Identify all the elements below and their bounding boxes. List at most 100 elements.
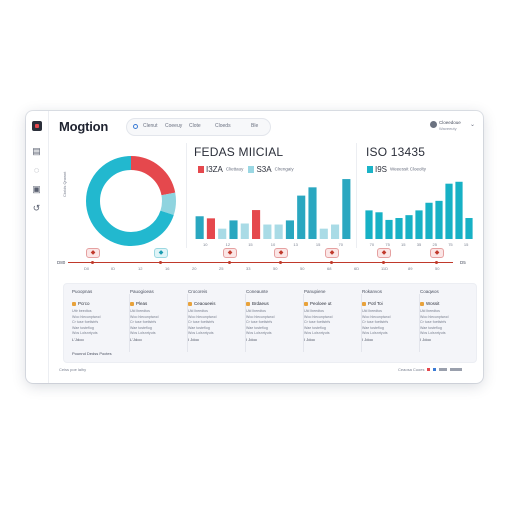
card-line: Wae tosteflog xyxy=(246,325,268,330)
legend-label: Weeessit Cloeolty xyxy=(390,166,426,172)
card-badge: Peoloee ut xyxy=(304,301,332,306)
bar xyxy=(445,183,453,239)
user-menu[interactable]: Cloeedoue Waveeuty ⌄ xyxy=(430,119,478,135)
timeline-dot xyxy=(279,261,282,264)
timeline-tick: 68 xyxy=(327,266,332,271)
card-line: Wae tosteflog xyxy=(304,325,326,330)
card-line: Uld lbeedtos xyxy=(246,309,266,313)
card-badge: Pleas xyxy=(130,301,147,306)
card-line: Uld lbeedtos xyxy=(420,309,440,313)
card-line: Woo hlecunptwod xyxy=(246,314,275,319)
timeline-tick: 12 xyxy=(138,266,143,271)
bar xyxy=(263,224,272,239)
bar xyxy=(375,212,383,239)
card-badge-label: Ceaoueeis xyxy=(194,301,216,306)
timeline-event-marker[interactable]: ◆ xyxy=(223,248,237,258)
search-icon[interactable] xyxy=(133,124,138,129)
app-title: Mogtion xyxy=(59,119,109,134)
card-title: Crocoreis xyxy=(188,289,208,294)
card-title: Rokanvos xyxy=(362,289,383,294)
card-title: Panupiene xyxy=(304,289,326,294)
tag-icon xyxy=(420,301,424,306)
bar xyxy=(274,224,283,239)
tab-2[interactable]: Coeeuy xyxy=(165,123,182,129)
summary-card[interactable]: Crocoreis Ceaoueeis Uld lbeedtos Woo hlecun… xyxy=(188,284,246,362)
summary-card[interactable]: Puoopnas Pcrco Uttr beedtos Woo hlecunptwod… xyxy=(72,284,130,362)
bar-chart-fedas: 10 12 15 10 13 15 70 xyxy=(195,179,351,247)
tick-label: 12 xyxy=(226,242,231,247)
donut-chart xyxy=(81,151,181,251)
panel-divider xyxy=(186,143,187,248)
bar xyxy=(240,223,249,239)
tick-label: 15 xyxy=(401,242,406,247)
card-extra: Pounnd Dedss Poctes xyxy=(72,351,112,356)
timeline-tick: ID xyxy=(111,266,115,271)
card-line: Cr tuse foetlstrfs xyxy=(304,320,331,324)
timeline-event-marker[interactable]: ◆ xyxy=(377,248,391,258)
tab-5[interactable]: Ble xyxy=(251,123,258,129)
timeline-tick: 89 xyxy=(408,266,413,271)
bar xyxy=(331,224,340,239)
timeline-event-marker[interactable]: ◆ xyxy=(86,248,100,258)
status-dot xyxy=(432,368,436,372)
bar xyxy=(415,210,423,239)
bar-chart-iso: 70 75 15 35 25 75 15 xyxy=(365,181,473,247)
card-badge-label: Potl Toi xyxy=(368,301,383,306)
tick-label: 13 xyxy=(293,242,298,247)
bar xyxy=(365,210,373,239)
timeline-event-marker[interactable]: ◆ xyxy=(154,248,168,258)
summary-card[interactable]: Coneaunte Brdaeus Uld lbeedtos Woo hlecunpt… xyxy=(246,284,304,362)
card-footer: L'Jdoo xyxy=(72,337,84,342)
timeline-tick: 33 xyxy=(246,266,251,271)
legend-key: S3A xyxy=(256,165,272,174)
card-line: Cr tuse foetlstrfs xyxy=(188,320,215,324)
timeline-tick: 11D xyxy=(381,266,389,271)
bar xyxy=(252,210,261,239)
tick-label: 25 xyxy=(432,242,437,247)
footer-right: Ceaosa Cuoes xyxy=(398,367,463,372)
card-badge: Ceaoueeis xyxy=(188,301,216,306)
card-badge-label: Pcrco xyxy=(78,301,90,306)
app-window: ▤ ◌ ▣ ↺ Mogtion Clenut Coeeuy Clote Cloe… xyxy=(26,111,483,383)
user-role: Waveeuty xyxy=(439,126,457,131)
tab-1[interactable]: Clenut xyxy=(143,123,157,129)
summary-card[interactable]: Panupiene Peoloee ut Uld lbeedtos Woo hlecu… xyxy=(304,284,362,362)
timeline-event-marker[interactable]: ◆ xyxy=(325,248,339,258)
card-line: Uld lbeedtos xyxy=(362,309,382,313)
panel-divider xyxy=(356,143,357,248)
card-footer: L'Jdoo xyxy=(130,337,142,342)
tag-icon xyxy=(72,301,76,306)
bar xyxy=(455,181,463,239)
summary-card[interactable]: Pauogioeas Pleas Uld lbeedtos Woo hlecunptw… xyxy=(130,284,188,362)
card-line: Wos Lolsnrtyuts xyxy=(246,331,272,335)
nav-tabs: Clenut Coeeuy Clote Cloeds Ble xyxy=(126,118,271,136)
status-dot xyxy=(426,368,430,372)
card-footer: I Jdoo xyxy=(420,337,431,342)
card-footer: I Jdoo xyxy=(246,337,257,342)
calendar-icon[interactable]: ▤ xyxy=(32,147,41,156)
card-line: Woo hlecunptwod xyxy=(362,314,391,319)
card-title: Pauogioeas xyxy=(130,289,154,294)
summary-card[interactable]: Rokanvos Potl Toi Uld lbeedtos Woo hlecunpt… xyxy=(362,284,420,362)
link-icon[interactable]: ↺ xyxy=(32,204,41,213)
bar xyxy=(308,187,317,239)
card-title: Coaqwos xyxy=(420,289,439,294)
tick-label: 15 xyxy=(248,242,253,247)
timeline-event-marker[interactable]: ◆ xyxy=(274,248,288,258)
bar xyxy=(297,195,306,239)
timeline-dot xyxy=(159,261,162,264)
timeline-tick: 25 xyxy=(219,266,224,271)
legend-key: I9S xyxy=(375,165,388,174)
tab-3[interactable]: Clote xyxy=(189,123,201,129)
bar xyxy=(435,200,443,239)
chat-icon[interactable]: ◌ xyxy=(32,166,41,175)
timeline-event-marker[interactable]: ◆ xyxy=(430,248,444,258)
summary-card[interactable]: Coaqwos Wossit Uld lbeedtos Woo hlecunptwod… xyxy=(420,284,478,362)
timeline-tick: 20 xyxy=(192,266,197,271)
card-line: Woo hlecunptwod xyxy=(420,314,449,319)
card-line: Woo hlecunptwod xyxy=(188,314,217,319)
tab-4[interactable]: Cloeds xyxy=(215,123,231,129)
list-icon[interactable]: ▣ xyxy=(32,185,41,194)
card-badge: Brdaeus xyxy=(246,301,269,306)
card-line: Wos Lolsnrtyuts xyxy=(420,331,446,335)
